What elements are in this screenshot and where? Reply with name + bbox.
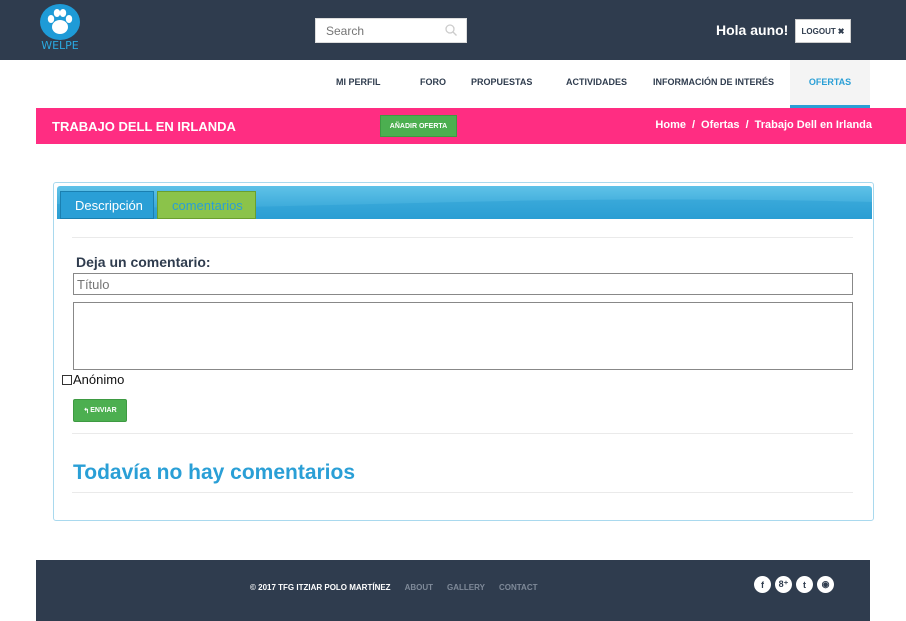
footer-link-about[interactable]: ABOUT — [405, 583, 433, 592]
google-plus-icon[interactable]: 8⁺ — [775, 576, 792, 593]
content-panel: Descripción comentarios Deja un comentar… — [53, 182, 874, 521]
empty-comments-message: Todavía no hay comentarios — [73, 461, 356, 484]
breadcrumb-home[interactable]: Home — [655, 119, 686, 131]
anonymous-label: Anónimo — [73, 372, 125, 387]
tab-descripcion[interactable]: Descripción — [60, 191, 154, 219]
main-nav: MI PERFIL FORO PROPUESTAS ACTIVIDADES IN… — [0, 60, 906, 108]
search-box — [315, 18, 467, 43]
divider — [72, 433, 853, 434]
footer: © 2017 TFG ITZIAR POLO MARTÍNEZ ABOUT GA… — [36, 560, 870, 621]
logo[interactable]: WELPE — [38, 4, 82, 56]
greeting: Hola auno! — [716, 22, 789, 38]
social-links: f 8⁺ t ◉ — [754, 576, 834, 593]
divider — [72, 237, 853, 238]
divider — [72, 492, 853, 493]
comment-body-textarea[interactable] — [73, 302, 853, 370]
page-title: TRABAJO DELL EN IRLANDA — [52, 119, 236, 134]
close-icon: ✖ — [837, 26, 845, 36]
twitter-icon[interactable]: t — [796, 576, 813, 593]
paw-icon — [40, 4, 80, 40]
footer-link-contact[interactable]: CONTACT — [499, 583, 538, 592]
add-offer-button[interactable]: AÑADIR OFERTA — [380, 115, 457, 137]
logout-button[interactable]: LOGOUT ✖ — [795, 19, 851, 43]
search-input[interactable] — [316, 19, 436, 42]
logo-text: WELPE — [41, 39, 79, 52]
nav-item-informacion[interactable]: INFORMACIÓN DE INTERÉS — [653, 60, 774, 108]
footer-links: © 2017 TFG ITZIAR POLO MARTÍNEZ ABOUT GA… — [250, 583, 537, 592]
nav-item-ofertas[interactable]: OFERTAS — [790, 60, 870, 108]
send-comment-button[interactable]: ↰ ENVIAR — [73, 399, 127, 422]
footer-link-gallery[interactable]: GALLERY — [447, 583, 485, 592]
page-title-bar: TRABAJO DELL EN IRLANDA AÑADIR OFERTA Ho… — [36, 108, 906, 144]
send-label: ENVIAR — [90, 407, 117, 414]
breadcrumb-separator: / — [745, 119, 749, 131]
nav-item-actividades[interactable]: ACTIVIDADES — [566, 60, 627, 108]
tab-comentarios[interactable]: comentarios — [157, 191, 256, 219]
search-icon[interactable] — [444, 23, 458, 42]
nav-item-foro[interactable]: FORO — [420, 60, 446, 108]
breadcrumb-ofertas[interactable]: Ofertas — [701, 119, 740, 131]
facebook-icon[interactable]: f — [754, 576, 771, 593]
comment-title-input[interactable] — [73, 273, 853, 295]
breadcrumb-separator: / — [691, 119, 696, 131]
reply-icon: ↰ — [83, 407, 90, 415]
logout-label: LOGOUT — [801, 26, 836, 36]
anonymous-option[interactable]: Anónimo — [62, 372, 124, 387]
nav-item-propuestas[interactable]: PROPUESTAS — [471, 60, 532, 108]
tab-bar: Descripción comentarios — [57, 186, 872, 219]
copyright: © 2017 TFG ITZIAR POLO MARTÍNEZ — [250, 583, 391, 592]
top-header: WELPE Hola auno! LOGOUT ✖ — [0, 0, 906, 60]
dribbble-icon[interactable]: ◉ — [817, 576, 834, 593]
nav-item-mi-perfil[interactable]: MI PERFIL — [336, 60, 381, 108]
comment-form-heading: Deja un comentario: — [76, 254, 211, 270]
anonymous-checkbox[interactable] — [62, 374, 72, 385]
breadcrumb-current: Trabajo Dell en Irlanda — [754, 119, 872, 131]
breadcrumb: Home / Ofertas / Trabajo Dell en Irlanda — [655, 119, 872, 131]
